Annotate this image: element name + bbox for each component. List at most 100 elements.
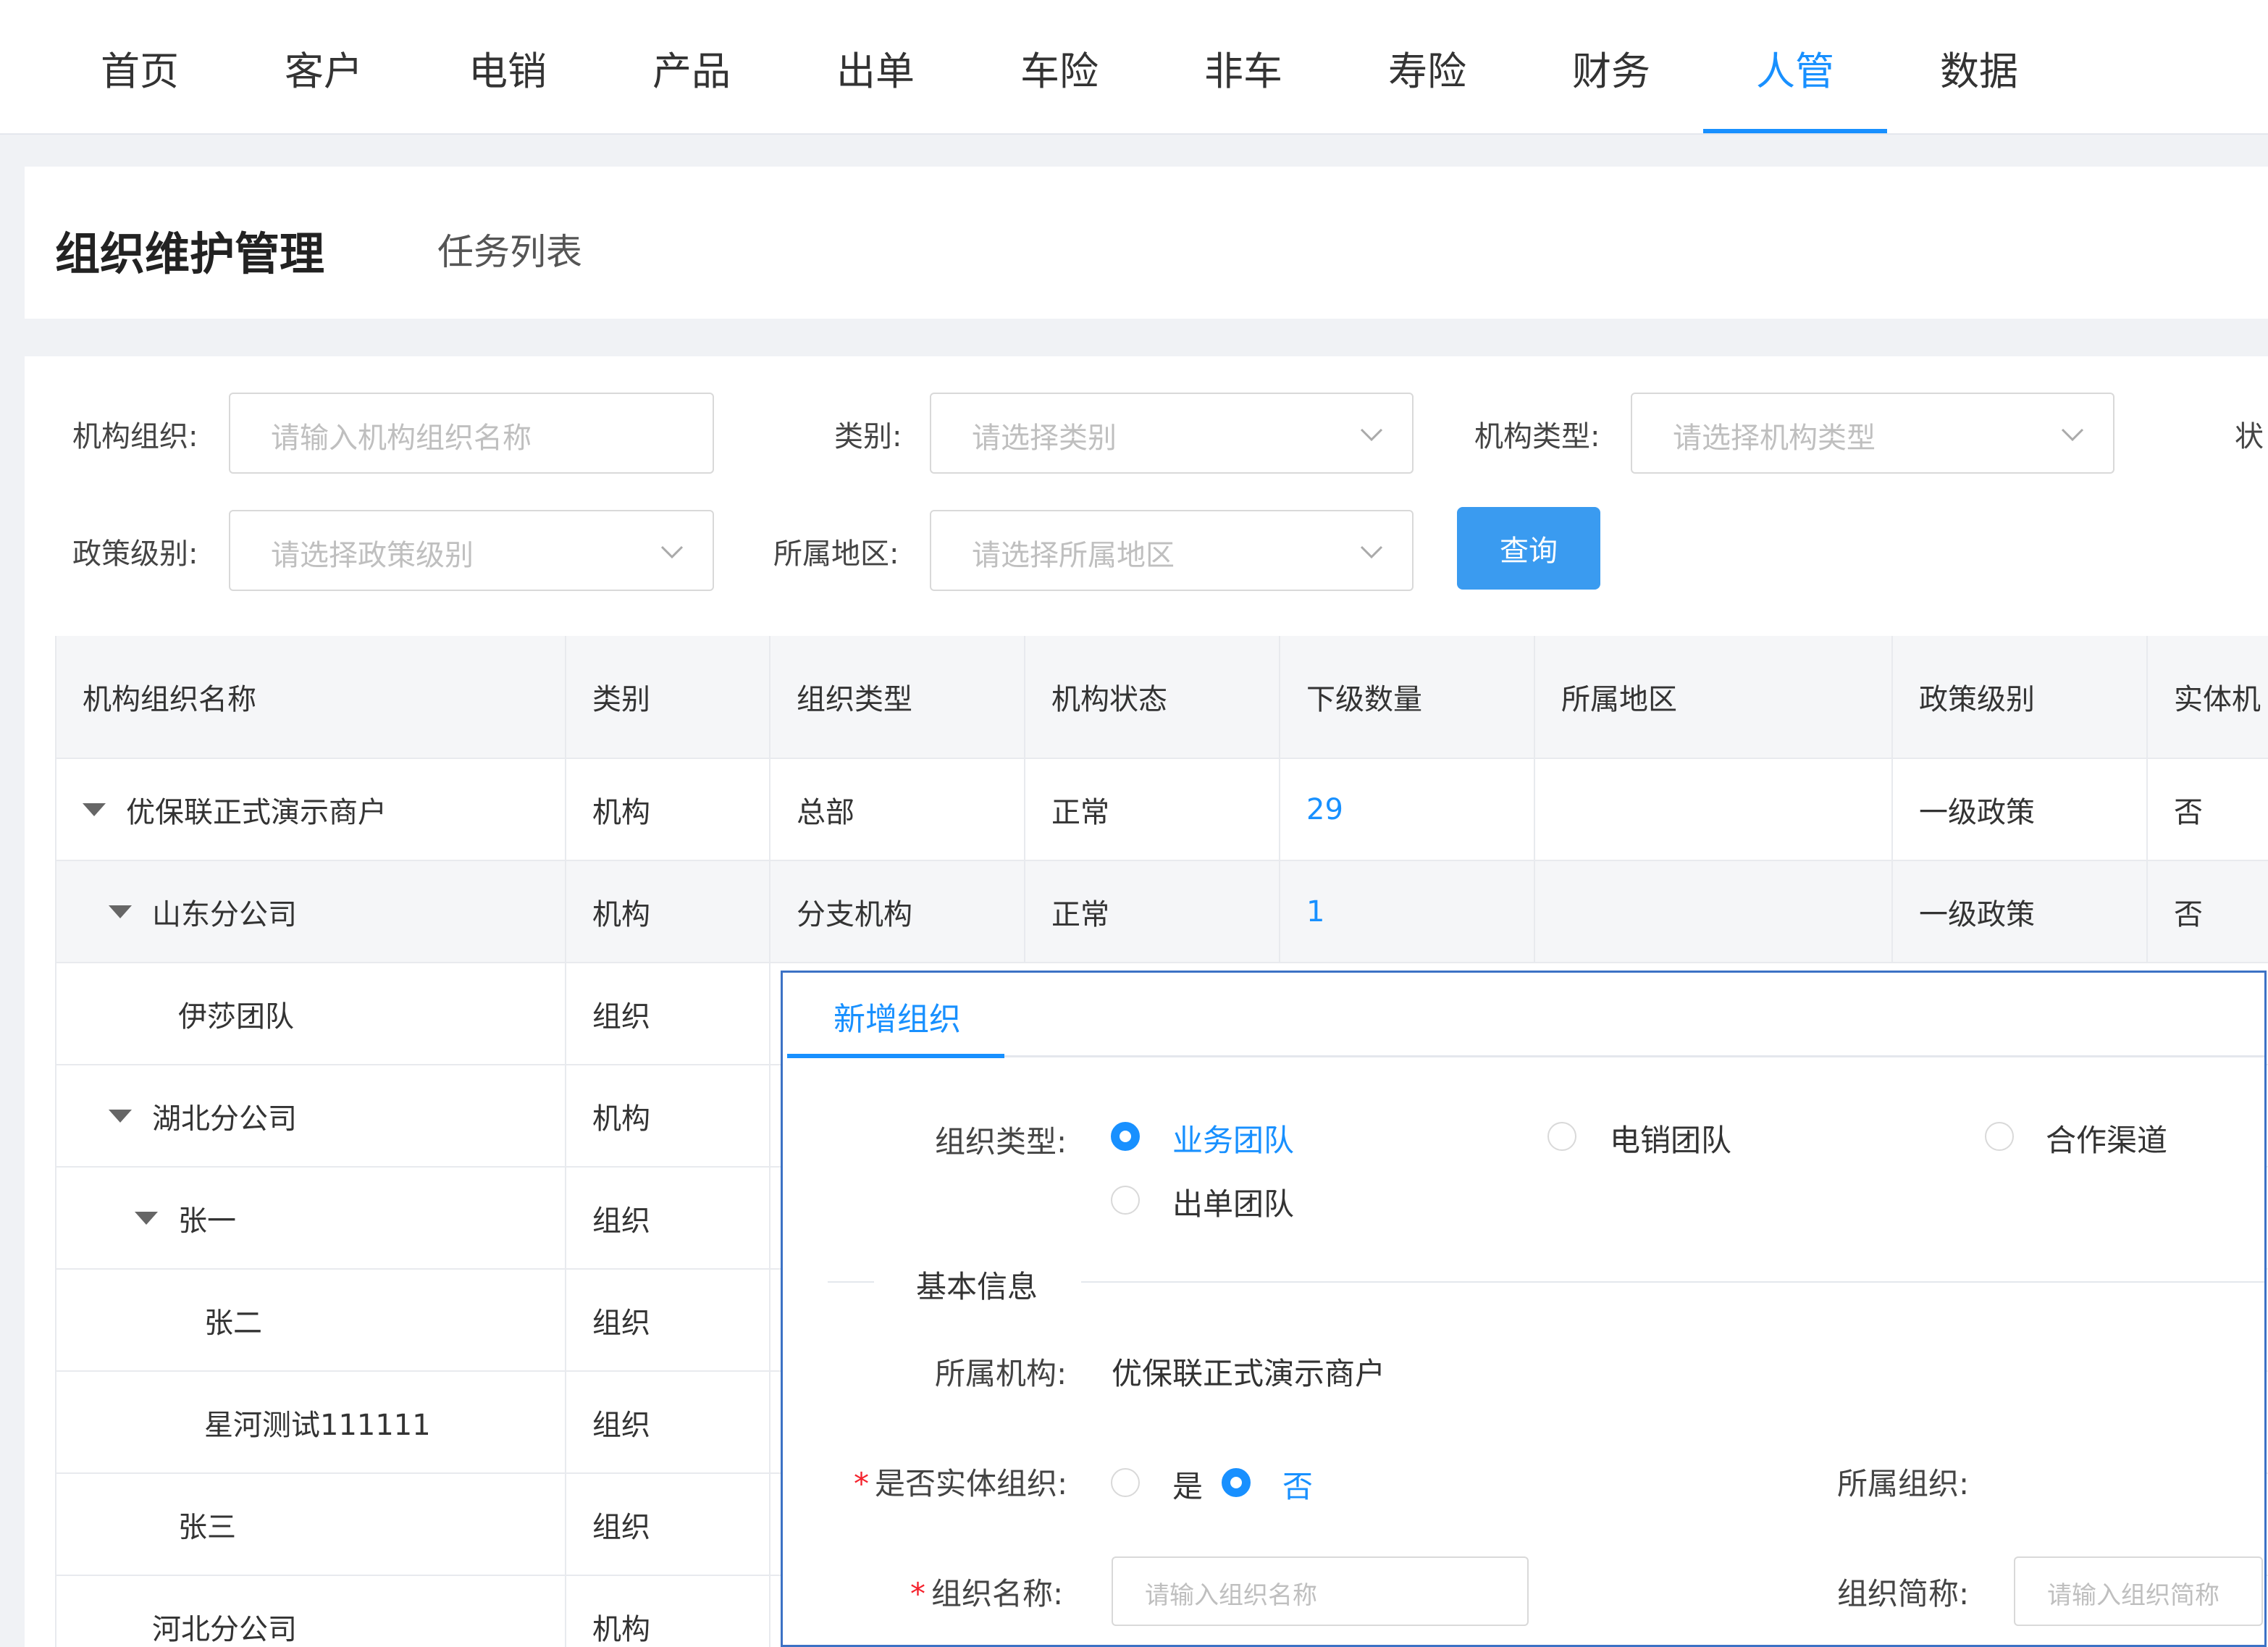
org-type-select[interactable]: 请选择机构类型 [1631,393,2114,474]
cell-category: 机构 [565,759,769,860]
nav-item-product[interactable]: 产品 [600,0,784,135]
filter-org-label: 机构组织: [72,420,198,453]
filter-category-label: 类别: [834,420,902,453]
nav-item-data[interactable]: 数据 [1887,0,2071,135]
nav-item-life-insurance[interactable]: 寿险 [1335,0,1519,135]
col-header-name: 机构组织名称 [55,636,565,758]
breadcrumb-task-list[interactable]: 任务列表 [437,223,582,275]
top-nav: 首页 客户 电销 产品 出单 车险 非车 寿险 财务 人管 数据 [0,0,2268,135]
cell-region [1534,861,1891,962]
org-name-placeholder: 请输入机构组织名称 [271,422,532,455]
cell-name: 张三 [55,1474,565,1575]
tab-add-org[interactable]: 新增组织 [833,993,961,1039]
is-entity-label-text: 是否实体组织: [875,1466,1068,1501]
nav-item-finance[interactable]: 财务 [1519,0,1703,135]
radio-business-team[interactable] [1111,1122,1140,1151]
nav-item-customer[interactable]: 客户 [232,0,416,135]
radio-business-team-label[interactable]: 业务团队 [1172,1116,1294,1160]
cell-category: 机构 [565,1065,769,1166]
cell-policy: 一级政策 [1891,759,2146,860]
nav-active-indicator [1703,129,1887,133]
nav-item-non-auto[interactable]: 非车 [1151,0,1335,135]
query-button[interactable]: 查询 [1457,507,1600,590]
radio-entity-yes[interactable] [1111,1468,1140,1497]
category-placeholder: 请选择类别 [972,422,1117,455]
cell-org-type: 总部 [769,759,1024,860]
nav-item-home[interactable]: 首页 [48,0,232,135]
category-select[interactable]: 请选择类别 [930,393,1414,474]
radio-telesales-team-label[interactable]: 电销团队 [1610,1116,1731,1160]
cell-name: 河北分公司 [55,1576,565,1647]
cell-entity: 否 [2146,759,2268,860]
cell-category: 组织 [565,963,769,1064]
org-name-input[interactable]: 请输入机构组织名称 [229,393,714,474]
radio-entity-no[interactable] [1222,1468,1251,1497]
col-header-region: 所属地区 [1534,636,1891,758]
cell-name: 星河测试111111 [55,1372,565,1472]
region-select[interactable]: 请选择所属地区 [930,510,1414,591]
expand-caret-icon[interactable] [109,1109,132,1123]
org-name-label: * 组织名称: [910,1570,1063,1614]
filter-org-type-label: 机构类型: [1474,420,1600,453]
parent-org-label: 所属机构: [935,1356,1067,1391]
nav-item-issue[interactable]: 出单 [784,0,967,135]
radio-partner-channel-label[interactable]: 合作渠道 [2046,1116,2167,1160]
cell-name: 湖北分公司 [55,1065,565,1166]
cell-status: 正常 [1024,759,1279,860]
nav-item-auto-insurance[interactable]: 车险 [967,0,1151,135]
page-title: 组织维护管理 [55,227,325,280]
cell-name: 伊莎团队 [55,963,565,1064]
org-name-field-placeholder: 请输入组织名称 [1145,1581,1317,1610]
cell-sub-count-link[interactable]: 1 [1279,861,1534,962]
policy-placeholder: 请选择政策级别 [271,539,474,572]
row-name: 张一 [178,1204,236,1238]
radio-partner-channel[interactable] [1985,1122,2014,1151]
radio-issue-team-label[interactable]: 出单团队 [1172,1180,1294,1224]
expand-caret-icon[interactable] [83,802,106,816]
radio-entity-yes-label[interactable]: 是 [1172,1462,1203,1506]
policy-level-select[interactable]: 请选择政策级别 [229,510,714,591]
cell-region [1534,759,1891,860]
cell-category: 机构 [565,1576,769,1647]
required-mark: * [854,1466,869,1501]
radio-entity-no-label[interactable]: 否 [1282,1462,1313,1506]
radio-issue-team[interactable] [1111,1186,1140,1215]
radio-telesales-team[interactable] [1547,1122,1576,1151]
cell-category: 组织 [565,1168,769,1268]
chevron-down-icon [660,545,684,559]
belong-org-label: 所属组织: [1837,1466,1970,1501]
org-short-field[interactable]: 请输入组织简称 [2014,1556,2263,1626]
table-row[interactable]: 山东分公司 机构 分支机构 正常 1 一级政策 否 [55,861,2268,963]
cell-org-type: 分支机构 [769,861,1024,962]
col-header-status: 机构状态 [1024,636,1279,758]
table-header-row: 机构组织名称 类别 组织类型 机构状态 下级数量 所属地区 政策级别 实体机 [55,636,2268,759]
cell-status: 正常 [1024,861,1279,962]
parent-org-value: 优保联正式演示商户 [1112,1356,1386,1391]
org-short-label: 组织简称: [1837,1576,1970,1612]
col-header-entity: 实体机 [2146,636,2268,758]
cell-name: 张二 [55,1270,565,1370]
table-row[interactable]: 优保联正式演示商户 机构 总部 正常 29 一级政策 否 [55,759,2268,861]
org-type-label: 组织类型: [935,1124,1067,1160]
cell-entity: 否 [2146,861,2268,962]
cell-category: 组织 [565,1372,769,1472]
org-name-field[interactable]: 请输入组织名称 [1112,1556,1529,1626]
section-divider-left [828,1281,874,1283]
is-entity-label: * 是否实体组织: [854,1459,1067,1504]
region-placeholder: 请选择所属地区 [972,539,1175,572]
tab-bar-line [787,1055,2264,1057]
col-header-category: 类别 [565,636,769,758]
col-header-org-type: 组织类型 [769,636,1024,758]
nav-item-telesales[interactable]: 电销 [416,0,600,135]
filter-status-label: 状 [2235,420,2264,453]
tab-active-indicator [787,1054,1004,1058]
cell-category: 机构 [565,861,769,962]
expand-caret-icon[interactable] [135,1211,158,1225]
cell-name: 优保联正式演示商户 [55,759,565,860]
cell-category: 组织 [565,1270,769,1370]
nav-item-hr[interactable]: 人管 [1703,0,1887,135]
chevron-down-icon [1360,545,1383,559]
org-name-label-text: 组织名称: [931,1576,1064,1612]
expand-caret-icon[interactable] [109,905,132,918]
cell-sub-count-link[interactable]: 29 [1279,759,1534,860]
